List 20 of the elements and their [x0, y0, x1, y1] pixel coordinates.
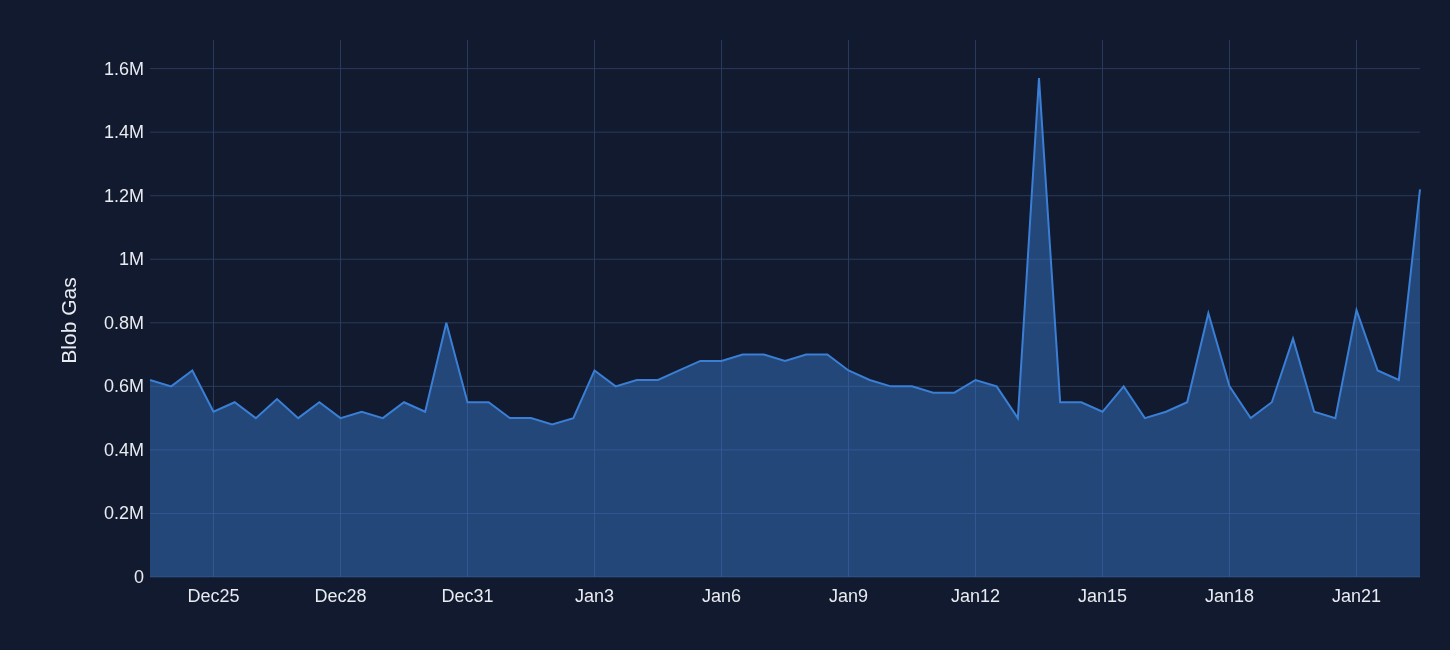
y-tick-label: 0: [134, 567, 144, 587]
y-tick-label: 1.4M: [103, 122, 144, 143]
x-tick-label: Dec25: [187, 586, 240, 606]
x-tick-label: Jan18: [1205, 586, 1254, 606]
x-tick-label: Jan12: [951, 586, 1000, 606]
y-tick-label: 0.8M: [103, 312, 144, 333]
x-tick-label: Dec31: [441, 586, 494, 606]
x-tick-label: Jan9: [829, 586, 868, 606]
x-tick-label: Jan3: [575, 586, 614, 606]
y-tick-label: 0.6M: [103, 376, 144, 397]
y-axis-title: Blob Gas: [57, 277, 80, 364]
y-tick-label: 1.6M: [103, 58, 144, 79]
y-tick-label: 0.4M: [103, 439, 144, 460]
y-tick-label: 1.2M: [103, 185, 144, 206]
x-tick-label: Jan6: [702, 586, 741, 606]
x-tick-label: Jan15: [1078, 586, 1127, 606]
y-tick-label: 1M: [119, 249, 144, 270]
x-tick-label: Dec28: [314, 586, 367, 606]
y-tick-label: 0.2M: [103, 503, 144, 524]
x-tick-label: Jan21: [1332, 586, 1381, 606]
